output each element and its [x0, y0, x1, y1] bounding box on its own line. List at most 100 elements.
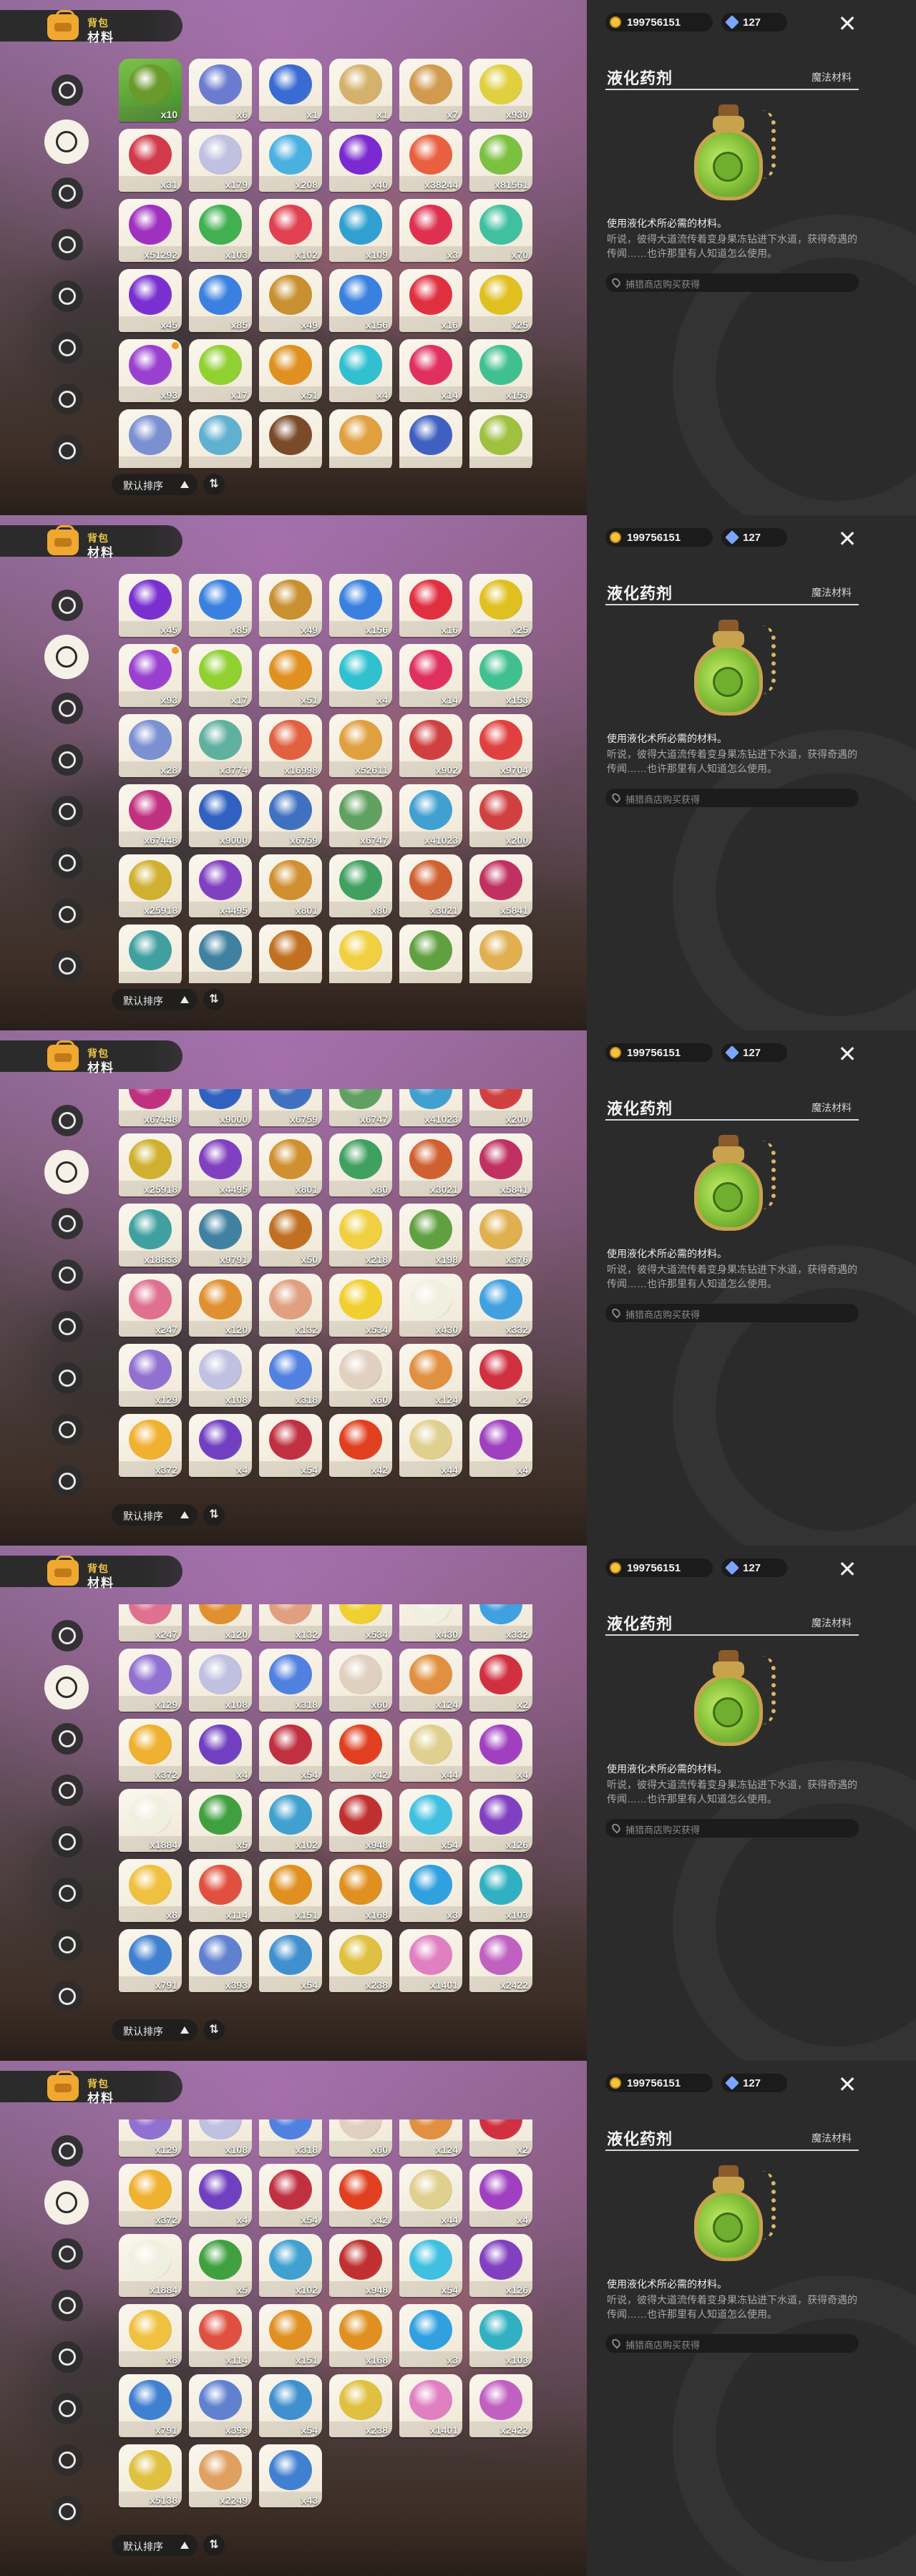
inventory-slot[interactable]: x4495 [189, 1133, 252, 1196]
inventory-slot[interactable]: x60 [329, 1649, 392, 1712]
inventory-slot[interactable]: x40 [329, 129, 392, 192]
inventory-slot[interactable]: x14 [399, 644, 462, 707]
inventory-slot[interactable]: x238 [329, 2374, 392, 2437]
category-tab[interactable] [52, 177, 83, 209]
inventory-slot[interactable]: x28 [119, 714, 182, 777]
category-tab[interactable] [52, 1620, 83, 1652]
inventory-slot[interactable]: x93 [119, 644, 182, 707]
inventory-slot[interactable]: x6747 [329, 784, 392, 847]
category-tab[interactable] [52, 229, 83, 260]
inventory-slot[interactable]: x200 [469, 784, 532, 847]
inventory-slot[interactable]: x151 [259, 2304, 322, 2367]
category-tab[interactable] [52, 1929, 83, 1961]
category-tab[interactable] [52, 2444, 83, 2476]
close-button[interactable]: ✕ [837, 2073, 857, 2096]
inventory-slot[interactable]: x80 [329, 854, 392, 917]
category-tab[interactable] [52, 2496, 83, 2527]
category-tab[interactable] [44, 635, 89, 679]
inventory-slot[interactable]: x4 [329, 339, 392, 402]
inventory-slot[interactable]: x8 [119, 2304, 182, 2367]
inventory-slot[interactable]: x25 [469, 269, 532, 332]
inventory-slot[interactable]: x4 [329, 644, 392, 707]
inventory-slot[interactable]: x332 [469, 1274, 532, 1337]
inventory-slot[interactable]: x318 [259, 1344, 322, 1407]
inventory-slot[interactable]: x168 [329, 1859, 392, 1922]
inventory-slot[interactable]: x50 [259, 1204, 322, 1267]
item-source[interactable]: 捕猎商店购买获得 [605, 789, 859, 807]
inventory-slot[interactable]: x25 [469, 574, 532, 637]
inventory-slot[interactable]: x102 [259, 1789, 322, 1852]
inventory-slot[interactable]: x168 [329, 2304, 392, 2367]
category-tab[interactable] [52, 2135, 83, 2167]
inventory-slot[interactable]: x6759 [259, 784, 322, 847]
inventory-slot[interactable]: x124 [399, 1649, 462, 1712]
inventory-slot[interactable]: x44 [399, 1719, 462, 1782]
inventory-slot[interactable]: x198 [399, 1204, 462, 1267]
inventory-slot[interactable]: x85 [189, 269, 252, 332]
sort-order-toggle[interactable]: ⇅ [203, 474, 225, 495]
category-tab[interactable] [52, 2393, 83, 2424]
category-tab[interactable] [52, 74, 83, 106]
inventory-slot[interactable]: x109 [329, 199, 392, 262]
inventory-slot[interactable]: x247 [119, 1604, 182, 1641]
inventory-slot[interactable]: x44 [399, 2164, 462, 2227]
inventory-slot[interactable]: x1401 [399, 2374, 462, 2437]
inventory-slot[interactable]: x247 [119, 1274, 182, 1337]
inventory-slot[interactable]: x108 [189, 1344, 252, 1407]
inventory-slot[interactable]: x5841 [469, 854, 532, 917]
inventory-slot[interactable]: x930 [469, 59, 532, 122]
inventory-slot[interactable]: x52611 [329, 714, 392, 777]
inventory-slot[interactable]: x1884 [119, 1789, 182, 1852]
inventory-slot[interactable]: x25918 [119, 1133, 182, 1196]
category-tab[interactable] [52, 847, 83, 879]
inventory-slot[interactable] [469, 409, 532, 468]
inventory-slot[interactable]: x372 [119, 1414, 182, 1477]
inventory-slot[interactable]: x103 [469, 1859, 532, 1922]
inventory-slot[interactable]: x4 [469, 1719, 532, 1782]
inventory-slot[interactable]: x4 [189, 1719, 252, 1782]
item-source[interactable]: 捕猎商店购买获得 [605, 2334, 859, 2353]
inventory-slot[interactable] [189, 409, 252, 468]
inventory-slot[interactable]: x2 [469, 1649, 532, 1712]
inventory-slot[interactable]: x67448 [119, 1089, 182, 1126]
inventory-slot[interactable]: x54 [399, 1789, 462, 1852]
sort-order-toggle[interactable]: ⇅ [203, 2534, 225, 2556]
inventory-slot[interactable]: x124 [399, 1344, 462, 1407]
inventory-slot[interactable]: x430 [399, 1274, 462, 1337]
inventory-slot[interactable]: x2 [469, 1344, 532, 1407]
inventory-slot[interactable]: x2 [469, 2119, 532, 2157]
category-tab[interactable] [52, 1259, 83, 1291]
inventory-slot[interactable]: x129 [119, 2119, 182, 2157]
inventory-slot[interactable]: x153 [469, 644, 532, 707]
inventory-slot[interactable] [399, 924, 462, 983]
inventory-slot[interactable]: x153 [469, 339, 532, 402]
category-tab[interactable] [52, 2290, 83, 2321]
inventory-slot[interactable]: x3021 [399, 1133, 462, 1196]
inventory-slot[interactable]: x238 [329, 1929, 392, 1992]
inventory-slot[interactable] [189, 924, 252, 983]
inventory-slot[interactable]: x9000 [189, 1089, 252, 1126]
inventory-slot[interactable]: x49 [259, 574, 322, 637]
sort-button[interactable]: 默认排序 [112, 2019, 198, 2041]
category-tab[interactable] [52, 1723, 83, 1755]
inventory-slot[interactable]: x54 [259, 1414, 322, 1477]
inventory-slot[interactable]: x49 [259, 269, 322, 332]
inventory-slot[interactable]: x376 [469, 1204, 532, 1267]
inventory-slot[interactable]: x318 [259, 2119, 322, 2157]
category-tab[interactable] [52, 1775, 83, 1806]
inventory-slot[interactable]: x108 [189, 2119, 252, 2157]
inventory-slot[interactable]: x372 [119, 1719, 182, 1782]
inventory-slot[interactable]: x2249 [189, 2444, 252, 2507]
inventory-slot[interactable]: x54 [259, 1929, 322, 1992]
inventory-slot[interactable]: x132 [259, 1274, 322, 1337]
inventory-slot[interactable]: x200 [469, 1089, 532, 1126]
inventory-slot[interactable]: x5 [189, 2234, 252, 2297]
inventory-slot[interactable]: x42 [329, 2164, 392, 2227]
category-tab[interactable] [52, 1981, 83, 2012]
sort-order-toggle[interactable]: ⇅ [203, 2019, 225, 2041]
inventory-slot[interactable]: x126 [469, 1789, 532, 1852]
inventory-slot[interactable]: x41023 [399, 1089, 462, 1126]
close-button[interactable]: ✕ [837, 1043, 857, 1065]
inventory-slot[interactable] [119, 924, 182, 983]
inventory-slot[interactable]: x16998 [259, 714, 322, 777]
